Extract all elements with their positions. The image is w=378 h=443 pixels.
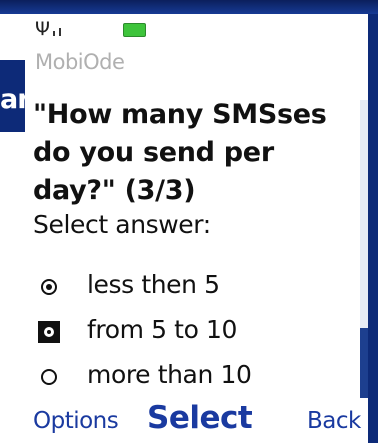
scrollbar-thumb[interactable]	[360, 328, 368, 400]
radio-focused-icon[interactable]	[38, 321, 60, 343]
scrollbar[interactable]	[360, 100, 368, 400]
back-softkey[interactable]: Back	[307, 408, 361, 434]
options-softkey[interactable]: Options	[33, 408, 119, 434]
select-softkey[interactable]: Select	[147, 400, 253, 436]
battery-icon	[123, 23, 146, 37]
option-label: from 5 to 10	[87, 315, 238, 344]
softkey-bar: Options Select Back	[25, 398, 368, 443]
phone-screen: Ψ MobiOde "How many SMSses do you send p…	[25, 14, 368, 443]
option-label: more than 10	[87, 360, 252, 389]
status-bar: Ψ	[25, 14, 368, 40]
select-answer-prompt: Select answer:	[33, 210, 211, 239]
radio-unselected-icon[interactable]	[41, 369, 57, 385]
device-frame-right	[368, 14, 378, 443]
question-text: "How many SMSses do you send per day?" (…	[33, 99, 327, 206]
radio-selected-icon[interactable]	[41, 279, 57, 295]
device-frame-top	[0, 0, 378, 14]
option-less-then-5[interactable]: less then 5	[33, 266, 353, 306]
option-label: less then 5	[87, 270, 220, 299]
app-title: MobiOde	[35, 50, 125, 74]
option-from-5-to-10[interactable]: from 5 to 10	[33, 311, 353, 351]
signal-strength-icon	[53, 28, 61, 36]
antenna-icon: Ψ	[35, 18, 50, 40]
option-more-than-10[interactable]: more than 10	[33, 356, 353, 396]
